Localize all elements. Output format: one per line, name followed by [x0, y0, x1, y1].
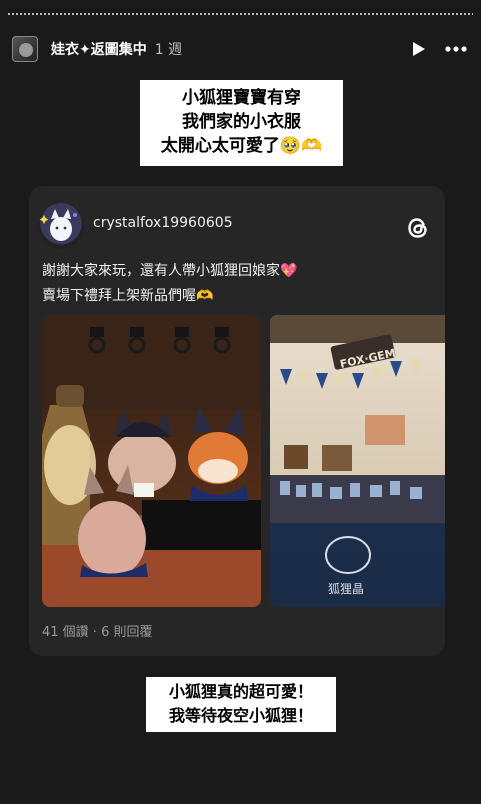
- fox-plush-photo[interactable]: [42, 315, 261, 607]
- booth-photo[interactable]: FOX·GEM 狐狸晶: [270, 315, 445, 607]
- sticker-line: 我等待夜空小狐狸！: [168, 706, 313, 725]
- story-avatar[interactable]: [12, 36, 38, 62]
- post-text-line: 賣場下禮拜上架新品們喔🫶: [42, 288, 214, 304]
- sticker-line: 太開心太可愛了🥹🫶: [160, 136, 323, 156]
- text-sticker-bottom: 小狐狸真的超可愛！ 我等待夜空小狐狸！: [146, 677, 336, 732]
- shared-post-card[interactable]: crystalfox19960605 謝謝大家來玩，還有人帶小狐狸回娘家💖 賣場…: [29, 186, 445, 656]
- threads-icon[interactable]: [404, 214, 432, 242]
- post-avatar: [38, 203, 84, 249]
- post-username[interactable]: crystalfox19960605: [93, 215, 233, 231]
- sticker-line: 小狐狸真的超可愛！: [168, 682, 313, 701]
- booth-banner-text: 狐狸晶: [328, 582, 364, 596]
- story-username[interactable]: 娃衣✦返圖集中: [51, 39, 147, 59]
- post-text-line: 謝謝大家來玩，還有人帶小狐狸回娘家💖: [42, 263, 298, 279]
- story-progress-bar: [8, 13, 473, 15]
- more-icon[interactable]: [443, 37, 469, 61]
- story-time: 1 週: [154, 42, 183, 58]
- post-text: 謝謝大家來玩，還有人帶小狐狸回娘家💖 賣場下禮拜上架新品們喔🫶: [42, 259, 297, 309]
- text-sticker-top: 小狐狸寶寶有穿 我們家的小衣服 太開心太可愛了🥹🫶: [140, 80, 343, 166]
- play-icon[interactable]: [407, 37, 431, 61]
- sticker-line: 我們家的小衣服: [182, 112, 301, 132]
- post-stats: 41 個讚 · 6 則回覆: [42, 625, 153, 640]
- sticker-line: 小狐狸寶寶有穿: [182, 88, 301, 108]
- story-header: 娃衣✦返圖集中 1 週: [12, 33, 469, 65]
